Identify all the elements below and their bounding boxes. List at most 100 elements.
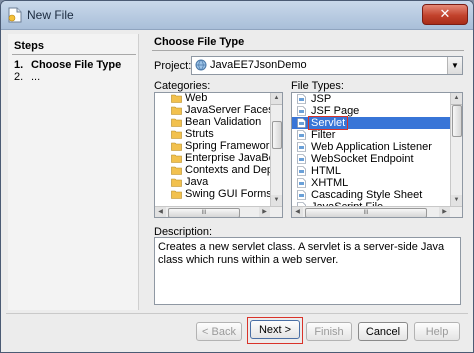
list-item-label: Enterprise JavaBean <box>185 152 283 164</box>
jsf-file-icon <box>296 106 307 116</box>
project-label: Project: <box>154 60 192 72</box>
scroll-left-icon[interactable]: ◀ <box>292 207 303 217</box>
file-types-list[interactable]: JSP JSF Page Servlet Filter Web Application … <box>291 92 463 218</box>
filter-file-icon <box>296 130 307 140</box>
folder-icon <box>171 93 182 103</box>
title-bar[interactable]: New File ✕ <box>1 1 473 30</box>
scroll-up-icon[interactable]: ▲ <box>271 93 282 105</box>
new-file-dialog: New File ✕ Steps 1. Choose File Type 2...… <box>0 0 474 353</box>
category-item-web[interactable]: Web <box>155 92 270 104</box>
list-item-label: Swing GUI Forms <box>185 188 272 200</box>
list-item-label: HTML <box>311 165 341 177</box>
file-type-item-web-application-listener[interactable]: Web Application Listener <box>292 141 450 153</box>
css-file-icon <box>296 190 307 200</box>
listener-file-icon <box>296 142 307 152</box>
file-type-item-cascading-style-sheet[interactable]: Cascading Style Sheet <box>292 189 450 201</box>
list-item-label: Spring Framework <box>185 140 275 152</box>
step-number: 1. <box>14 59 24 71</box>
help-button[interactable]: Help <box>414 322 460 341</box>
file-types-label: File Types: <box>291 80 344 92</box>
list-item-label: XHTML <box>311 177 349 189</box>
list-item-label: Web Application Listener <box>311 141 432 153</box>
categories-vertical-scrollbar[interactable]: ▲ ▼ <box>270 93 282 207</box>
steps-divider <box>12 54 136 55</box>
category-item-enterprise-javabean[interactable]: Enterprise JavaBean <box>155 152 282 164</box>
steps-title: Steps <box>14 40 44 52</box>
scroll-thumb[interactable] <box>272 121 282 149</box>
category-item-struts[interactable]: Struts <box>155 128 270 140</box>
category-item-spring-framework[interactable]: Spring Framework <box>155 140 275 152</box>
categories-label: Categories: <box>154 80 211 92</box>
scroll-thumb[interactable]: III <box>305 208 427 217</box>
button-bar-divider <box>6 313 468 314</box>
list-item-label: Struts <box>185 128 214 140</box>
step-label: ... <box>31 71 41 83</box>
step-item-2: 2.... <box>14 71 40 83</box>
list-item-label: JSP <box>311 93 332 105</box>
finish-button[interactable]: Finish <box>306 322 352 341</box>
folder-icon <box>171 129 182 139</box>
list-item-label: Contexts and Depen <box>185 164 283 176</box>
scroll-right-icon[interactable]: ▶ <box>439 207 450 217</box>
file-type-item-filter[interactable]: Filter <box>292 129 450 141</box>
html-file-icon <box>296 166 307 176</box>
file-type-item-websocket-endpoint[interactable]: WebSocket Endpoint <box>292 153 450 165</box>
category-item-swing-gui-forms[interactable]: Swing GUI Forms <box>155 188 272 200</box>
window-title: New File <box>27 8 74 22</box>
close-icon: ✕ <box>439 6 451 21</box>
step-label: Choose File Type <box>31 59 122 71</box>
scroll-right-icon[interactable]: ▶ <box>259 207 270 217</box>
folder-icon <box>171 117 182 127</box>
file-type-item-html[interactable]: HTML <box>292 165 450 177</box>
file-types-horizontal-scrollbar[interactable]: ◀ III ▶ <box>292 206 462 217</box>
folder-icon <box>171 189 182 199</box>
project-select[interactable]: JavaEE7JsonDemo ▼ <box>191 56 463 75</box>
folder-icon <box>171 105 182 115</box>
category-item-javaserver-faces[interactable]: JavaServer Faces <box>155 104 274 116</box>
list-item-label: Web <box>185 92 208 104</box>
list-item-label: WebSocket Endpoint <box>311 153 414 165</box>
list-item-label: Cascading Style Sheet <box>311 189 423 201</box>
folder-icon <box>171 165 182 175</box>
category-item-java[interactable]: Java <box>155 176 270 188</box>
scroll-up-icon[interactable]: ▲ <box>451 93 462 105</box>
servlet-file-icon <box>296 118 307 128</box>
category-item-contexts-and-depen[interactable]: Contexts and Depen <box>155 164 282 176</box>
category-item-bean-validation[interactable]: Bean Validation <box>155 116 270 128</box>
dialog-body: Steps 1. Choose File Type 2.... Choose Fi… <box>2 30 472 352</box>
cancel-button[interactable]: Cancel <box>358 322 408 341</box>
project-value: JavaEE7JsonDemo <box>210 59 307 71</box>
xhtml-file-icon <box>296 178 307 188</box>
scroll-thumb[interactable]: III <box>168 208 240 217</box>
file-type-item-servlet[interactable]: Servlet <box>292 116 450 130</box>
new-file-icon <box>8 7 22 23</box>
file-type-item-jsp[interactable]: JSP <box>292 93 450 105</box>
list-item-label: Filter <box>311 129 336 141</box>
panel-title: Choose File Type <box>154 36 245 48</box>
project-globe-icon <box>195 59 207 71</box>
scroll-thumb[interactable] <box>452 105 462 137</box>
steps-panel: Steps 1. Choose File Type 2.... <box>8 34 139 310</box>
step-number: 2. <box>14 71 24 83</box>
categories-horizontal-scrollbar[interactable]: ◀ III ▶ <box>155 206 282 217</box>
categories-list[interactable]: Web JavaServer Faces Bean Validation Struts… <box>154 92 283 218</box>
back-button[interactable]: < Back <box>196 322 242 341</box>
close-button[interactable]: ✕ <box>422 4 468 25</box>
list-item-label: Java <box>185 176 209 188</box>
chevron-down-icon[interactable]: ▼ <box>447 57 462 74</box>
websocket-file-icon <box>296 154 307 164</box>
jsp-file-icon <box>296 94 307 104</box>
next-button[interactable]: Next > <box>250 320 300 339</box>
panel-divider <box>152 50 464 51</box>
folder-icon <box>171 177 182 187</box>
folder-icon <box>171 141 182 151</box>
selection-highlight-box <box>308 116 348 130</box>
file-type-item-xhtml[interactable]: XHTML <box>292 177 450 189</box>
list-item-label: Bean Validation <box>185 116 262 128</box>
folder-icon <box>171 153 182 163</box>
description-text: Creates a new servlet class. A servlet i… <box>154 237 461 305</box>
scroll-left-icon[interactable]: ◀ <box>155 207 166 217</box>
list-item-label: JavaServer Faces <box>185 104 274 116</box>
file-types-vertical-scrollbar[interactable]: ▲ ▼ <box>450 93 462 207</box>
step-item-1: 1. Choose File Type <box>14 59 121 71</box>
